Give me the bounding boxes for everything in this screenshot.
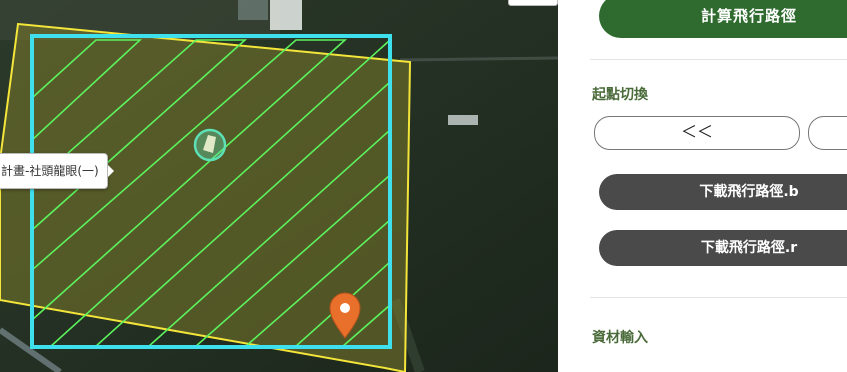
compute-flight-path-button[interactable]: 計算飛行路徑 (599, 0, 847, 38)
start-point-icon (193, 128, 227, 162)
next-start-button[interactable] (808, 116, 847, 150)
map-view[interactable]: 計畫-社頭龍眼(一) (0, 0, 558, 372)
materials-input-title: 資材輸入 (592, 330, 648, 346)
map-zoom-control[interactable] (508, 0, 558, 6)
field-tooltip: 計畫-社頭龍眼(一) (0, 153, 114, 189)
download-b-button[interactable]: 下載飛行路徑.b (599, 174, 847, 210)
control-panel: 計算飛行路徑 起點切換 ＜＜ 下載飛行路徑.b 下載飛行路徑.r 資材輸入 (558, 0, 847, 372)
divider (590, 59, 847, 60)
divider (590, 297, 847, 298)
start-switch-title: 起點切換 (592, 87, 648, 103)
prev-start-button[interactable]: ＜＜ (594, 116, 800, 150)
download-r-button[interactable]: 下載飛行路徑.r (599, 230, 847, 266)
